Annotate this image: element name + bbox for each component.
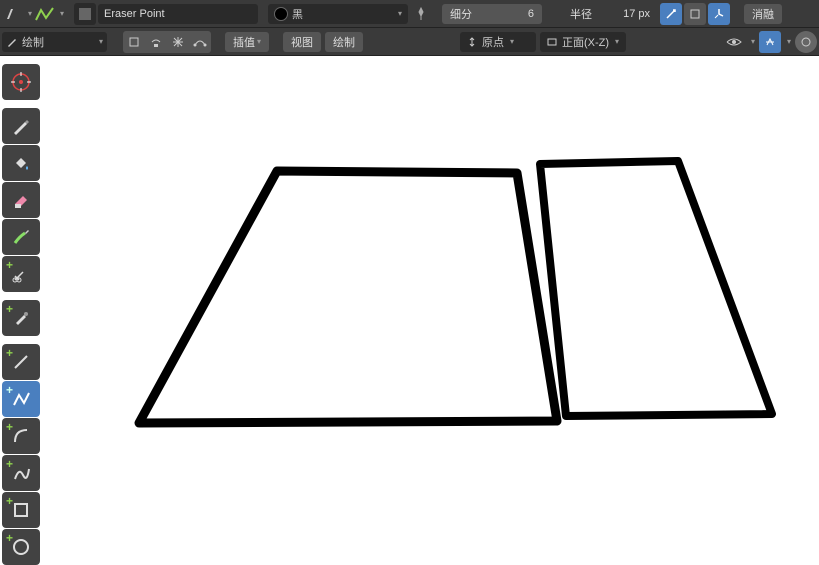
cursor-tool[interactable]: [2, 64, 40, 100]
view-label: 视图: [291, 34, 313, 50]
orientation-label: 正面(X-Z): [562, 34, 609, 50]
curve-edit-icon[interactable]: [189, 31, 211, 53]
mode-label: 绘制: [22, 34, 44, 50]
draw-label: 绘制: [333, 34, 355, 50]
draw-tool[interactable]: [2, 108, 40, 144]
radius-label: 半径: [562, 6, 600, 22]
brush-name-field[interactable]: Eraser Point: [98, 4, 258, 24]
tint-tool[interactable]: [2, 219, 40, 255]
gizmo-toggle-icon[interactable]: [759, 31, 781, 53]
chevron-down-icon: ▾: [28, 9, 32, 18]
fill-tool[interactable]: [2, 145, 40, 181]
plus-badge-icon: +: [6, 495, 13, 507]
view-menu[interactable]: 视图: [283, 32, 321, 52]
stabilize-toggle-icon[interactable]: [708, 3, 730, 25]
chevron-down-icon: ▾: [60, 9, 64, 18]
pencil-icon: [6, 36, 18, 48]
polyline-tool-icon[interactable]: [34, 3, 56, 25]
strength-toggle-icon[interactable]: [684, 3, 706, 25]
plus-badge-icon: +: [6, 421, 13, 433]
header-toolbar-2: 绘制 ▾ 插值 ▾ 视图 绘制 原点 ▾ 正面(X-Z) ▾: [0, 28, 819, 56]
overlay-toggle-icon[interactable]: [795, 31, 817, 53]
plus-badge-icon: +: [6, 347, 13, 359]
interpolate-menu[interactable]: 插值 ▾: [225, 32, 269, 52]
origin-icon: [466, 36, 478, 48]
select-stroke-icon[interactable]: [145, 31, 167, 53]
grease-pencil-icon[interactable]: [2, 3, 24, 25]
orientation-dropdown[interactable]: 正面(X-Z) ▾: [540, 32, 626, 52]
subdivide-field[interactable]: 细分 6: [442, 4, 542, 24]
brush-preview-icon[interactable]: [74, 3, 96, 25]
brush-name-text: Eraser Point: [104, 8, 165, 20]
color-dropdown[interactable]: 黑 ▾: [268, 4, 408, 24]
plus-badge-icon: +: [6, 532, 13, 544]
viewport-canvas[interactable]: [42, 56, 819, 541]
chevron-down-icon: ▾: [787, 37, 791, 46]
mode-dropdown[interactable]: 绘制 ▾: [2, 32, 107, 52]
chevron-down-icon: ▾: [510, 37, 514, 46]
select-point-icon[interactable]: [123, 31, 145, 53]
dissolve-button[interactable]: 消融: [744, 4, 782, 24]
plane-icon: [546, 36, 558, 48]
subdivide-value: 6: [512, 8, 542, 20]
chevron-down-icon: ▾: [751, 37, 755, 46]
radius-field[interactable]: 半径 17 px: [562, 4, 658, 24]
erase-tool[interactable]: [2, 182, 40, 218]
header-toolbar-1: ▾ ▾ Eraser Point 黑 ▾ 细分 6 半径 17 px 消融: [0, 0, 819, 28]
plus-badge-icon: +: [6, 303, 13, 315]
plus-badge-icon: +: [6, 259, 13, 271]
subdivide-label: 细分: [442, 6, 480, 22]
left-toolbar: + + + + + + + +: [2, 64, 40, 565]
curve-tool[interactable]: +: [2, 455, 40, 491]
pressure-toggle-icon[interactable]: [660, 3, 682, 25]
chevron-down-icon: ▾: [257, 37, 261, 46]
draw-menu[interactable]: 绘制: [325, 32, 363, 52]
eyedropper-tool[interactable]: +: [2, 300, 40, 336]
dissolve-label: 消融: [752, 6, 774, 22]
select-segment-icon[interactable]: [167, 31, 189, 53]
arc-tool[interactable]: +: [2, 418, 40, 454]
pin-icon[interactable]: [410, 3, 432, 25]
polyline-tool[interactable]: +: [2, 381, 40, 417]
chevron-down-icon: ▾: [615, 37, 619, 46]
origin-dropdown[interactable]: 原点 ▾: [460, 32, 536, 52]
plus-badge-icon: +: [6, 384, 13, 396]
color-label: 黑: [292, 6, 303, 22]
cutter-tool[interactable]: +: [2, 256, 40, 292]
chevron-down-icon: ▾: [398, 9, 402, 18]
chevron-down-icon: ▾: [99, 37, 103, 46]
selection-mode-group: [123, 31, 211, 53]
visibility-toggle-icon[interactable]: [723, 31, 745, 53]
drawing-content: [42, 56, 819, 541]
interpolate-label: 插值: [233, 34, 255, 50]
origin-label: 原点: [482, 34, 504, 50]
line-tool[interactable]: +: [2, 344, 40, 380]
color-swatch-icon: [274, 7, 288, 21]
box-tool[interactable]: +: [2, 492, 40, 528]
plus-badge-icon: +: [6, 458, 13, 470]
circle-tool[interactable]: +: [2, 529, 40, 565]
radius-value: 17 px: [615, 8, 658, 20]
